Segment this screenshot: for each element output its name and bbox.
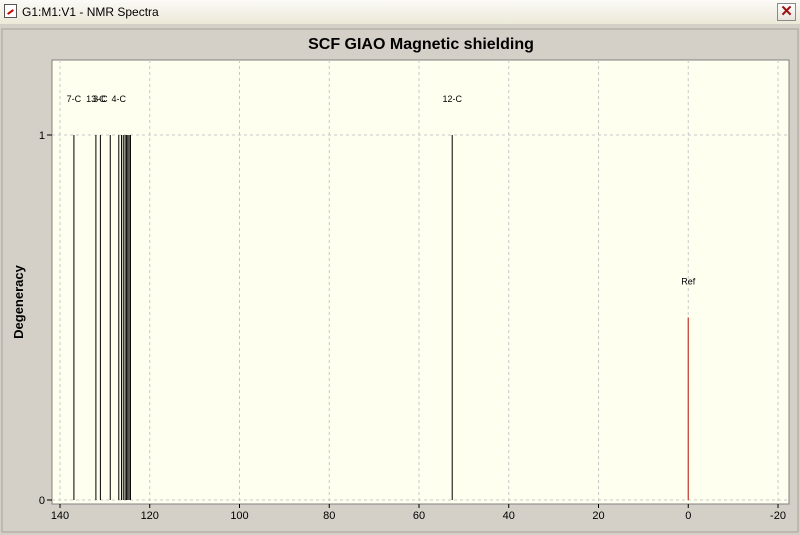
window-titlebar: G1:M1:V1 - NMR Spectra ✕	[0, 0, 800, 25]
y-tick-label: 0	[39, 495, 45, 507]
peak-label: 3-C	[93, 94, 108, 104]
chart-title: SCF GIAO Magnetic shielding	[308, 36, 534, 53]
x-tick-label: 20	[592, 510, 604, 522]
peak-label: 12-C	[442, 94, 462, 104]
x-tick-label: 100	[230, 510, 248, 522]
y-axis-label: Degeneracy	[11, 264, 26, 338]
x-tick-label: 80	[323, 510, 335, 522]
ref-peak-label: Ref	[681, 277, 696, 287]
y-tick-label: 1	[39, 130, 45, 142]
close-button[interactable]: ✕	[777, 3, 796, 21]
x-tick-label: 120	[141, 510, 159, 522]
x-tick-label: 60	[413, 510, 425, 522]
x-tick-label: 140	[51, 510, 69, 522]
x-tick-label: 0	[685, 510, 691, 522]
x-tick-label: 40	[503, 510, 515, 522]
x-tick-label: -20	[770, 510, 786, 522]
peak-label: 4-C	[112, 94, 127, 104]
nmr-document-icon	[4, 4, 17, 18]
plot-area	[51, 59, 790, 505]
nmr-spectrum-chart: SCF GIAO Magnetic shielding 7-C 13-C3-C 4-…	[1, 28, 799, 533]
peak-label: 7-C	[67, 94, 82, 104]
window-title: G1:M1:V1 - NMR Spectra	[22, 5, 159, 19]
